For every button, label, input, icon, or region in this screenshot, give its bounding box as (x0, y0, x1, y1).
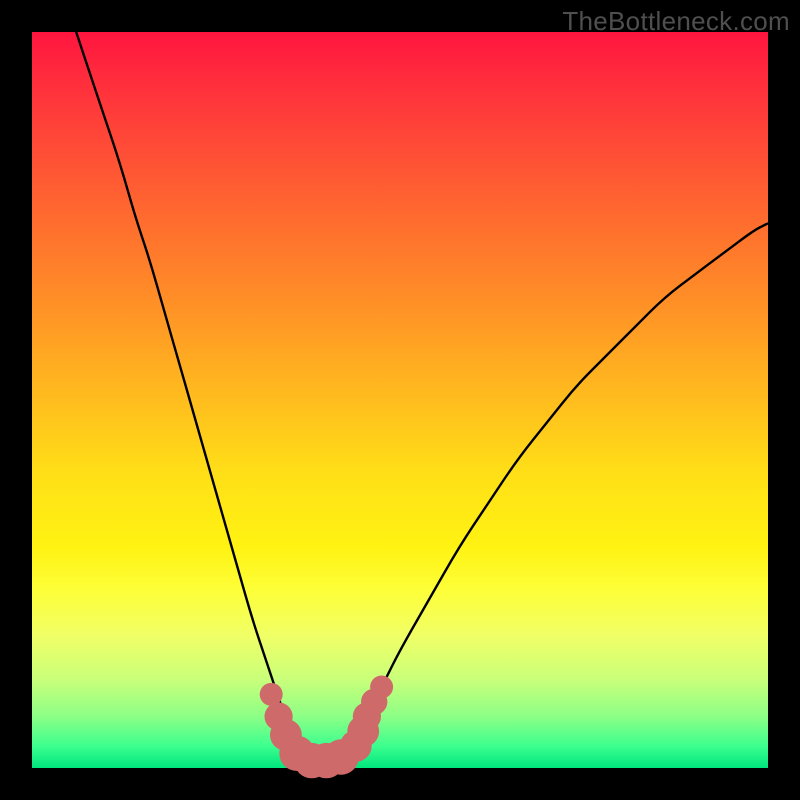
chart-frame: TheBottleneck.com (0, 0, 800, 800)
plot-area (32, 32, 768, 768)
curve-svg (32, 32, 768, 768)
marker-dot (370, 676, 393, 699)
bottleneck-curve (76, 32, 768, 761)
bottom-markers (260, 676, 393, 779)
